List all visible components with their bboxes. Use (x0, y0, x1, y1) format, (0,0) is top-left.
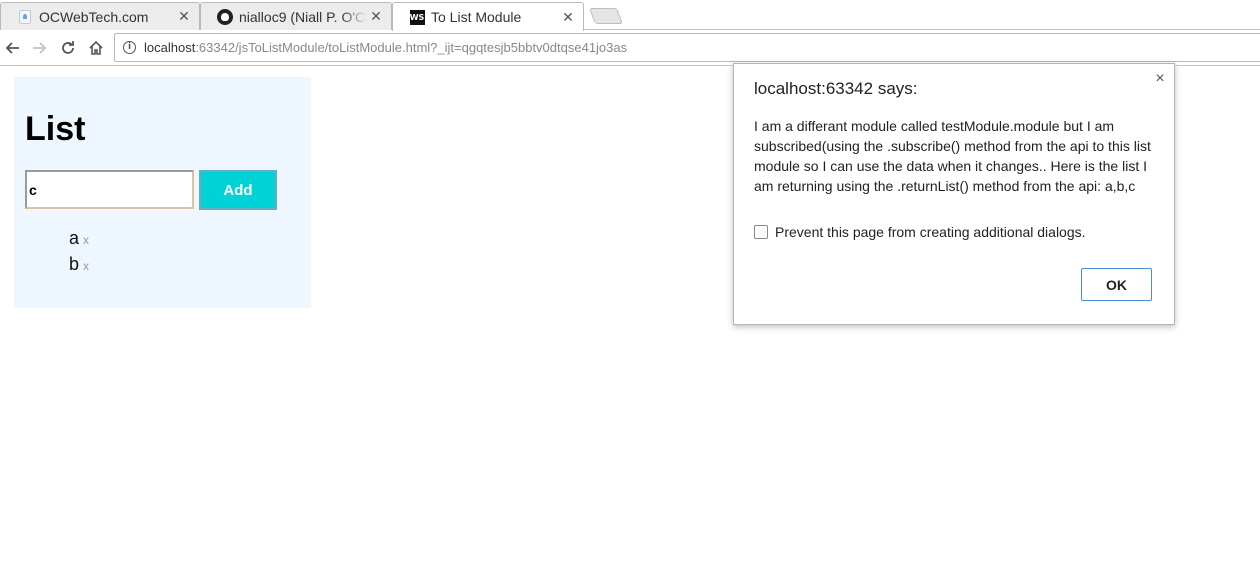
item-input[interactable] (25, 170, 194, 209)
address-bar[interactable]: i localhost:63342/jsToListModule/toListM… (114, 33, 1260, 62)
list-item: bx (69, 253, 89, 279)
tab-title: OCWebTech.com (39, 8, 149, 25)
list-item: ax (69, 227, 89, 253)
back-arrow-icon[interactable] (0, 36, 24, 60)
ocwebtech-favicon-icon (17, 9, 33, 25)
dialog-title: localhost:63342 says: (754, 79, 918, 98)
delete-item-button[interactable]: x (83, 233, 89, 247)
delete-item-button[interactable]: x (83, 259, 89, 273)
alert-dialog: × localhost:63342 says: I am a differant… (733, 63, 1175, 325)
url-text: localhost:63342/jsToListModule/toListMod… (144, 40, 628, 55)
reload-icon[interactable] (56, 36, 80, 60)
info-icon[interactable]: i (123, 41, 136, 54)
tab-title: To List Module (431, 9, 522, 25)
tab-github[interactable]: nialloc9 (Niall P. O'C ✕ (200, 2, 392, 30)
ok-button[interactable]: OK (1081, 268, 1152, 301)
tab-title: nialloc9 (Niall P. O'C (239, 8, 366, 25)
tab-close-icon[interactable]: ✕ (367, 8, 385, 25)
forward-arrow-icon[interactable] (28, 36, 52, 60)
home-icon[interactable] (84, 36, 108, 60)
close-icon[interactable]: × (1152, 70, 1168, 88)
webstorm-icon: WS (409, 9, 425, 25)
tab-to-list-module[interactable]: WS To List Module ✕ (392, 2, 584, 31)
item-list: ax bx (69, 227, 89, 279)
prevent-dialogs-option[interactable]: Prevent this page from creating addition… (754, 224, 1086, 240)
tab-close-icon[interactable]: ✕ (175, 8, 193, 25)
tab-strip: OCWebTech.com ✕ nialloc9 (Niall P. O'C ✕… (0, 0, 1260, 31)
list-module: List Add ax bx (14, 77, 311, 308)
add-button[interactable]: Add (199, 170, 277, 210)
prevent-dialogs-checkbox[interactable] (754, 225, 768, 239)
tab-close-icon[interactable]: ✕ (559, 9, 577, 26)
github-icon (217, 8, 233, 25)
tab-ocwebtech[interactable]: OCWebTech.com ✕ (0, 2, 200, 30)
prevent-dialogs-label: Prevent this page from creating addition… (775, 224, 1086, 240)
page-title: List (25, 110, 86, 148)
browser-toolbar: i localhost:63342/jsToListModule/toListM… (0, 30, 1260, 66)
dialog-message: I am a differant module called testModul… (754, 118, 1151, 194)
new-tab-button[interactable] (589, 8, 623, 24)
list-item-text: b (69, 254, 80, 274)
list-item-text: a (69, 228, 80, 248)
